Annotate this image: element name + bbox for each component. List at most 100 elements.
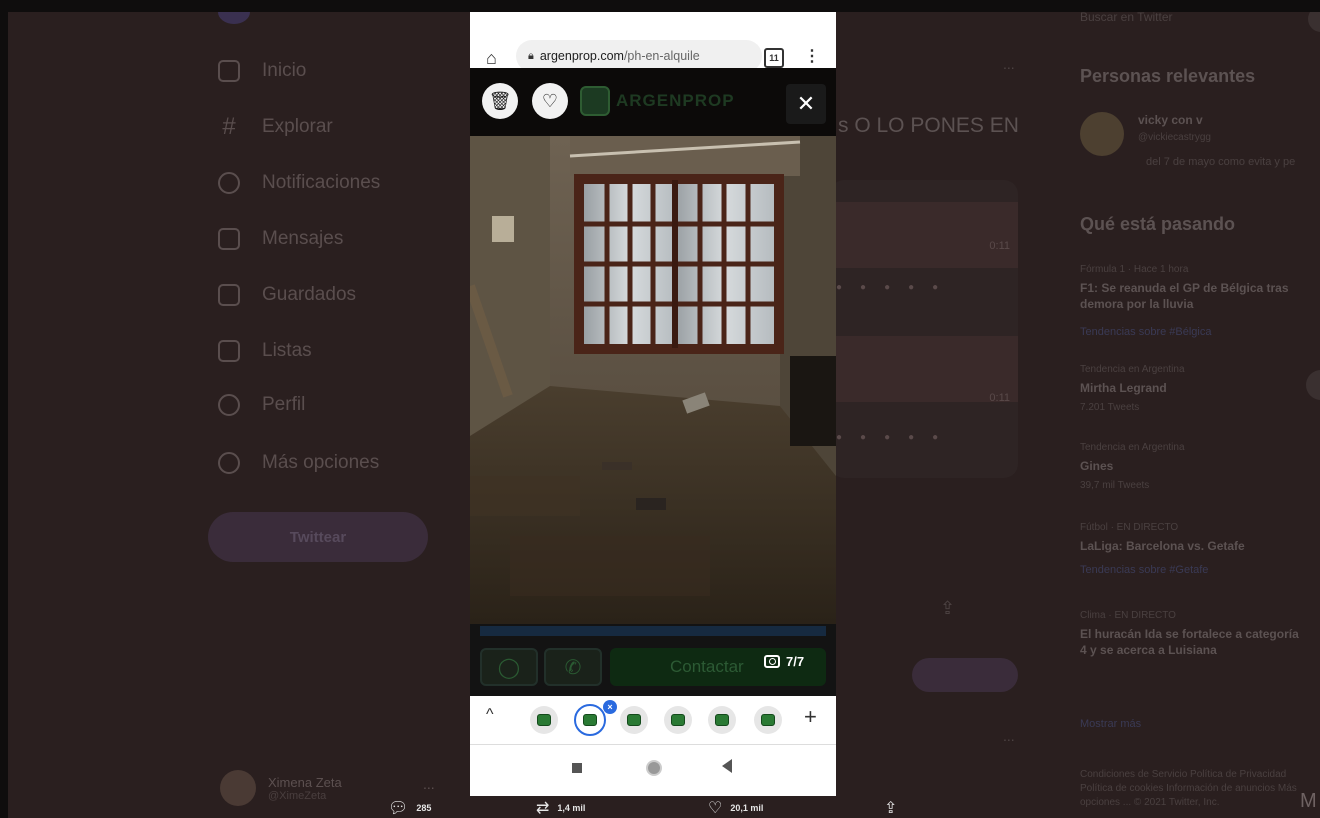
tab-thumbnail[interactable] bbox=[754, 706, 782, 734]
contact-bar: ◯ ✆ Contactar 7/7 bbox=[470, 624, 836, 696]
like-button[interactable]: ♡ 20,1 mil bbox=[708, 798, 763, 818]
trend-title[interactable]: Mirtha Legrand bbox=[1080, 380, 1300, 396]
trend-title[interactable]: F1: Se reanuda el GP de Bélgica tras dem… bbox=[1080, 280, 1300, 312]
back-icon[interactable] bbox=[722, 759, 732, 773]
tweet-button[interactable]: Twittear bbox=[208, 512, 428, 562]
trend-context: Tendencia en Argentina bbox=[1080, 364, 1185, 375]
close-tab-icon[interactable]: × bbox=[603, 700, 617, 714]
sidebar-item-label: Notificaciones bbox=[262, 172, 381, 193]
bookmark-icon bbox=[218, 284, 240, 306]
phone-button[interactable]: ✆ bbox=[544, 648, 602, 686]
mail-icon bbox=[218, 228, 240, 250]
sidebar-item-label: Listas bbox=[262, 340, 312, 361]
tweet-more-button[interactable]: ... bbox=[1003, 56, 1015, 72]
retweet-button[interactable]: ⇄ 1,4 mil bbox=[536, 798, 585, 818]
media-dots: ●●●●● bbox=[836, 282, 957, 293]
property-photo bbox=[470, 136, 836, 624]
account-switcher[interactable]: Ximena Zeta @XimeZeta bbox=[220, 770, 342, 806]
sidebar-item-guardados[interactable]: Guardados bbox=[218, 284, 356, 306]
argenprop-favicon bbox=[715, 714, 729, 726]
home-icon bbox=[218, 60, 240, 82]
argenprop-logo: ARGENPROP bbox=[580, 86, 735, 116]
argenprop-logo-mark bbox=[580, 86, 610, 116]
trend-context: Fútbol · EN DIRECTO bbox=[1080, 522, 1179, 533]
whatsapp-icon: ◯ bbox=[497, 656, 521, 679]
home-icon[interactable]: ⌂ bbox=[486, 48, 497, 69]
sidebar-item-inicio[interactable]: Inicio bbox=[218, 60, 306, 82]
sidebar-item-listas[interactable]: Listas bbox=[218, 340, 312, 362]
follow-pill[interactable] bbox=[912, 658, 1018, 692]
search-input[interactable]: Buscar en Twitter bbox=[1080, 12, 1172, 24]
avatar[interactable] bbox=[1080, 112, 1124, 156]
person-icon bbox=[218, 394, 240, 416]
heart-icon[interactable]: ♡ bbox=[532, 83, 568, 119]
phone-icon: ✆ bbox=[564, 656, 582, 679]
footer-m: M bbox=[1300, 790, 1317, 812]
argenprop-wordmark: ARGENPROP bbox=[616, 91, 735, 110]
relevant-user-name[interactable]: vicky con v bbox=[1138, 112, 1320, 128]
retweet-count: 1,4 mil bbox=[557, 803, 586, 813]
url-path: /ph-en-alquile bbox=[623, 49, 700, 63]
share-icon[interactable]: ⇪ bbox=[940, 598, 955, 619]
avatar bbox=[220, 770, 256, 806]
blurred-strip bbox=[480, 626, 826, 636]
home-circle-icon[interactable] bbox=[646, 760, 662, 776]
share-icon: ⇪ bbox=[884, 800, 898, 817]
trend-extra[interactable]: Tendencias sobre #Getafe bbox=[1080, 564, 1208, 576]
relevant-user-handle: @vickiecastrygg bbox=[1138, 132, 1211, 143]
kebab-menu-icon[interactable]: ⋮ bbox=[804, 46, 820, 66]
logo-partial bbox=[218, 12, 250, 24]
list-icon bbox=[218, 340, 240, 362]
tab-thumbnail[interactable] bbox=[530, 706, 558, 734]
profile-name: Ximena Zeta bbox=[268, 774, 342, 790]
close-icon[interactable] bbox=[1308, 12, 1320, 32]
argenprop-header: 🗑︎ ♡ ARGENPROP ✕ bbox=[470, 68, 836, 136]
tweet-text: s O LO PONES EN bbox=[838, 114, 1019, 137]
tab-thumbnail[interactable] bbox=[664, 706, 692, 734]
more-circle-icon bbox=[218, 452, 240, 474]
tab-thumbnail-active[interactable] bbox=[574, 704, 606, 736]
new-tab-icon[interactable]: + bbox=[804, 704, 817, 730]
sidebar-item-label: Perfil bbox=[262, 394, 306, 415]
profile-more-button[interactable]: ... bbox=[423, 776, 435, 792]
next-media-button[interactable] bbox=[1306, 370, 1320, 400]
sidebar-item-label: Explorar bbox=[262, 116, 333, 137]
comment-icon: 💬︎ bbox=[388, 800, 409, 817]
sidebar-item-explorar[interactable]: # Explorar bbox=[218, 113, 333, 140]
sidebar-item-notificaciones[interactable]: Notificaciones bbox=[218, 172, 380, 194]
sidebar-item-mas-opciones[interactable]: Más opciones bbox=[218, 452, 379, 474]
media-time: 0:11 bbox=[989, 240, 1010, 252]
profile-handle: @XimeZeta bbox=[268, 789, 327, 802]
reply-button[interactable]: 💬︎ 285 bbox=[388, 798, 431, 818]
hashtag-icon: # bbox=[222, 113, 236, 140]
tweet-more-button[interactable]: ... bbox=[1003, 728, 1015, 744]
recents-icon[interactable] bbox=[572, 763, 582, 773]
trend-context: Tendencia en Argentina bbox=[1080, 442, 1185, 453]
sidebar-item-label: Más opciones bbox=[262, 452, 380, 473]
trend-extra: 7.201 Tweets bbox=[1080, 402, 1140, 413]
trend-extra[interactable]: Tendencias sobre #Bélgica bbox=[1080, 326, 1211, 338]
sidebar-item-mensajes[interactable]: Mensajes bbox=[218, 228, 343, 250]
footer-links[interactable]: Condiciones de Servicio Política de Priv… bbox=[1080, 768, 1320, 810]
show-more-link[interactable]: Mostrar más bbox=[1080, 718, 1141, 730]
whatsapp-button[interactable]: ◯ bbox=[480, 648, 538, 686]
tweet-media-card: 0:11 ●●●●● 0:11 ●●●●● bbox=[830, 180, 1018, 478]
trend-title[interactable]: El huracán Ida se fortalece a categoría … bbox=[1080, 626, 1300, 658]
trend-title[interactable]: Gines bbox=[1080, 458, 1300, 474]
tab-thumbnail[interactable] bbox=[620, 706, 648, 734]
browser-tab-strip: ^ × + bbox=[470, 696, 836, 745]
argenprop-favicon bbox=[761, 714, 775, 726]
phone-screenshot: ⌂ 🔒︎ argenprop.com/ph-en-alquile 11 ⋮ 🗑︎… bbox=[470, 12, 836, 796]
tabs-count-icon[interactable]: 11 bbox=[764, 48, 784, 68]
photo-counter-text: 7/7 bbox=[786, 654, 805, 669]
trash-icon[interactable]: 🗑︎ bbox=[482, 83, 518, 119]
trend-title[interactable]: LaLiga: Barcelona vs. Getafe bbox=[1080, 538, 1300, 554]
tab-thumbnail[interactable] bbox=[708, 706, 736, 734]
heart-icon: ♡ bbox=[708, 800, 723, 817]
share-button[interactable]: ⇪ bbox=[884, 798, 897, 818]
close-icon[interactable]: ✕ bbox=[786, 84, 826, 124]
android-nav-bar bbox=[470, 745, 836, 796]
sidebar-item-label: Guardados bbox=[262, 284, 357, 305]
sidebar-item-perfil[interactable]: Perfil bbox=[218, 394, 305, 416]
chevron-up-icon[interactable]: ^ bbox=[486, 706, 494, 724]
